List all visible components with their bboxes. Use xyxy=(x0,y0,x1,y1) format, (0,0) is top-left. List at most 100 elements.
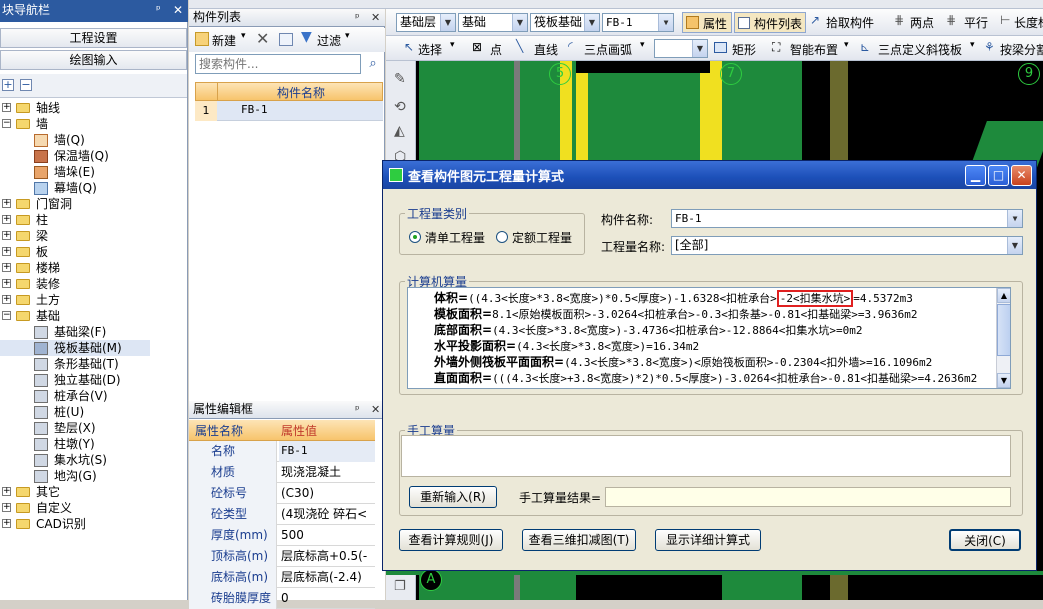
expand-icon[interactable]: + xyxy=(2,231,11,240)
close-icon[interactable]: ✕ xyxy=(1011,165,1032,186)
component-list-button[interactable]: 构件列表 xyxy=(734,12,806,33)
point-button[interactable]: 点 xyxy=(490,41,502,58)
close-icon[interactable]: ✕ xyxy=(173,0,183,20)
rectangle-button[interactable]: 矩形 xyxy=(732,41,756,58)
search-icon[interactable]: ⌕ xyxy=(363,54,383,74)
property-value[interactable]: 层底标高+0.5(- xyxy=(279,546,375,567)
minimize-icon[interactable]: ▁ xyxy=(965,165,986,186)
tree-item-raft-foundation[interactable]: 筏板基础(M) xyxy=(0,340,150,356)
maximize-icon[interactable]: □ xyxy=(988,165,1009,186)
dropdown-arrow-icon[interactable]: ▾ xyxy=(970,40,975,50)
view-calc-rules-button[interactable]: 查看计算规则(J) xyxy=(399,529,503,551)
delete-icon[interactable]: ✕ xyxy=(256,29,269,48)
component-name-header[interactable]: 构件名称 xyxy=(218,84,384,101)
line-button[interactable]: 直线 xyxy=(534,41,558,58)
smart-layout-button[interactable]: 智能布置 xyxy=(790,41,838,58)
dropdown-arrow-icon[interactable]: ▾ xyxy=(844,40,849,50)
expand-icon[interactable]: + xyxy=(2,503,11,512)
pin-icon[interactable]: ᵖ xyxy=(355,401,360,418)
component-name-select[interactable]: FB-1 ▼ xyxy=(671,209,1023,228)
expand-icon[interactable]: + xyxy=(2,247,11,256)
scroll-down-icon[interactable]: ▼ xyxy=(997,373,1010,388)
filter-button[interactable]: 过滤 xyxy=(317,32,341,49)
expand-icon[interactable]: + xyxy=(2,519,11,528)
type-select[interactable]: 筏板基础 ▼ xyxy=(530,13,600,32)
property-value[interactable]: 现浇混凝土 xyxy=(279,462,375,483)
property-row-bottom-elevation[interactable]: 底标高(m) 层底标高(-2.4) xyxy=(189,567,375,588)
expand-icon[interactable]: + xyxy=(2,263,11,272)
show-detailed-formula-button[interactable]: 显示详细计算式 xyxy=(655,529,761,551)
property-value[interactable]: 层底标高(-2.4) xyxy=(279,567,375,588)
arc-mode-select[interactable]: ▼ xyxy=(654,39,708,58)
calc-line-formula: (4.3<长度>*3.8<宽度>)<原始筏板面积>-0.2304<扣外墙>=16… xyxy=(564,356,933,369)
category-select[interactable]: 基础 ▼ xyxy=(458,13,528,32)
expand-icon[interactable]: + xyxy=(2,487,11,496)
property-value[interactable]: 0 xyxy=(279,588,375,609)
expand-icon[interactable]: + xyxy=(2,215,11,224)
mirror-icon[interactable]: ◭ xyxy=(394,123,405,139)
property-row-name[interactable]: 名称 FB-1 xyxy=(189,441,375,462)
property-value[interactable]: 500 xyxy=(279,525,375,546)
close-button[interactable]: 关闭(C) xyxy=(949,529,1021,551)
project-settings-button[interactable]: 工程设置 xyxy=(0,28,187,48)
collapse-all-icon[interactable]: − xyxy=(20,79,32,91)
manual-formula-input[interactable] xyxy=(401,435,1011,477)
dropdown-arrow-icon[interactable]: ▾ xyxy=(345,31,350,41)
expand-all-icon[interactable]: + xyxy=(2,79,14,91)
select-button[interactable]: 选择 xyxy=(418,41,442,58)
draw-icon[interactable]: ✎ xyxy=(394,71,406,87)
filter-icon[interactable]: ▼ xyxy=(301,29,312,45)
property-row-thickness[interactable]: 厚度(mm) 500 xyxy=(189,525,375,546)
expand-icon[interactable]: + xyxy=(2,103,11,112)
calc-formula-box[interactable]: 体积=((4.3<长度>*3.8<宽度>)*0.5<厚度>)-1.6328<扣桩… xyxy=(407,287,1011,389)
drawing-input-button[interactable]: 绘图输入 xyxy=(0,50,187,70)
property-button[interactable]: 属性 xyxy=(682,12,732,33)
vertical-scrollbar[interactable]: ▲ ▼ xyxy=(996,288,1010,388)
parallel-button[interactable]: 平行 xyxy=(964,14,988,31)
expand-icon[interactable]: + xyxy=(2,295,11,304)
dropdown-arrow-icon[interactable]: ▾ xyxy=(241,31,246,41)
property-row-concrete-grade[interactable]: 砼标号 (C30) xyxy=(189,483,375,504)
component-select[interactable]: FB-1 ▼ xyxy=(602,13,674,32)
reenter-button[interactable]: 重新输入(R) xyxy=(409,486,497,508)
split-by-beam-button[interactable]: 按梁分割 xyxy=(1000,41,1043,58)
property-row-concrete-type[interactable]: 砼类型 (4现浇砼 碎石< xyxy=(189,504,375,525)
length-label-button[interactable]: 长度标 xyxy=(1014,14,1043,31)
grid-line xyxy=(386,571,1043,575)
view-3d-deduction-button[interactable]: 查看三维扣减图(T) xyxy=(522,529,636,551)
collapse-icon[interactable]: − xyxy=(2,119,11,128)
category-select-value: 基础 xyxy=(462,15,487,29)
close-icon[interactable]: ✕ xyxy=(371,9,380,26)
table-row[interactable]: 1 FB-1 xyxy=(195,101,383,121)
rotate-icon[interactable]: ⟲ xyxy=(394,99,406,115)
pin-icon[interactable]: ᵖ xyxy=(156,0,161,20)
new-button[interactable]: 新建 xyxy=(212,32,236,49)
layer-select[interactable]: 基础层 ▼ xyxy=(396,13,456,32)
expand-icon[interactable]: + xyxy=(2,199,11,208)
collapse-icon[interactable]: − xyxy=(2,311,11,320)
manual-result-input[interactable] xyxy=(605,487,1011,507)
component-search-input[interactable] xyxy=(195,54,361,74)
property-row-material[interactable]: 材质 现浇混凝土 xyxy=(189,462,375,483)
length-icon: ⊢ xyxy=(1000,13,1011,27)
dropdown-arrow-icon[interactable]: ▾ xyxy=(640,40,645,50)
expand-icon[interactable]: + xyxy=(2,279,11,288)
property-row-brick-mold[interactable]: 砖胎膜厚度 0 xyxy=(189,588,375,609)
pick-component-button[interactable]: 拾取构件 xyxy=(826,14,874,31)
property-value[interactable]: (C30) xyxy=(279,483,375,504)
property-value[interactable]: FB-1 xyxy=(279,441,375,462)
property-row-top-elevation[interactable]: 顶标高(m) 层底标高+0.5(- xyxy=(189,546,375,567)
pin-icon[interactable]: ᵖ xyxy=(355,9,360,26)
copy-icon[interactable]: ❐ xyxy=(394,579,406,594)
quantity-name-select[interactable]: [全部] ▼ xyxy=(671,236,1023,255)
dialog-titlebar[interactable]: 查看构件图元工程量计算式 ▁ □ ✕ xyxy=(383,161,1036,189)
define-sloped-raft-button[interactable]: 三点定义斜筏板 xyxy=(878,41,962,58)
dropdown-arrow-icon[interactable]: ▾ xyxy=(450,40,455,50)
two-point-button[interactable]: 两点 xyxy=(910,14,934,31)
close-icon[interactable]: ✕ xyxy=(371,401,380,418)
copy-icon[interactable] xyxy=(279,33,293,46)
property-value[interactable]: (4现浇砼 碎石< xyxy=(279,504,375,525)
scroll-up-icon[interactable]: ▲ xyxy=(997,288,1010,303)
scroll-thumb[interactable] xyxy=(997,304,1010,356)
three-point-arc-button[interactable]: 三点画弧 xyxy=(584,41,632,58)
